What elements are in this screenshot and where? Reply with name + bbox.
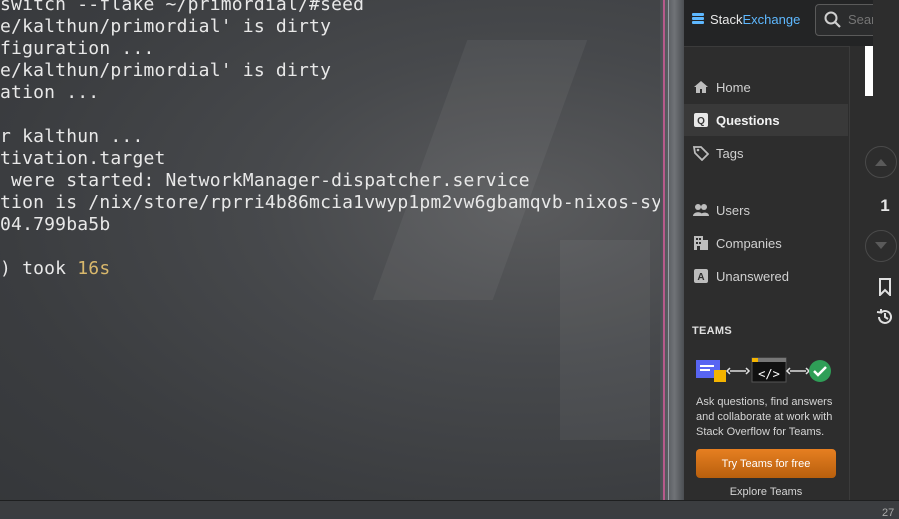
content-gutter: [849, 46, 874, 500]
questions-icon: Q: [693, 112, 709, 128]
terminal-line: tivation.target: [0, 148, 166, 169]
terminal-line: tion is /nix/store/rprri4b86mcia1vwyp1pm…: [0, 192, 660, 213]
nav-item-label: Users: [716, 202, 750, 218]
triangle-down-icon: [875, 242, 887, 249]
nav-item-questions[interactable]: Q Questions: [684, 104, 848, 136]
unanswered-icon: A: [693, 268, 709, 284]
stackexchange-icon: [692, 12, 704, 27]
nav-item-label: Tags: [716, 145, 744, 161]
search-icon: [824, 11, 842, 33]
terminal-line: were started: NetworkManager-dispatcher.…: [0, 170, 530, 191]
triangle-up-icon: [875, 159, 887, 166]
nav-item-unanswered[interactable]: A Unanswered: [684, 260, 848, 292]
duration-value: 16s: [77, 258, 111, 279]
offscreen-text: 27: [882, 507, 895, 519]
stackexchange-logo[interactable]: StackExchange: [692, 12, 800, 27]
svg-text:A: A: [697, 272, 704, 283]
took-text: ) took: [0, 258, 78, 279]
try-teams-button[interactable]: Try Teams for free: [696, 449, 836, 478]
downvote-button[interactable]: [865, 230, 897, 262]
building-icon: [693, 235, 709, 251]
svg-text:Q: Q: [697, 116, 705, 127]
stackexchange-sidebar: StackExchange Home Q Questions Tags User…: [684, 0, 873, 500]
terminal-line: r kalthun ...: [0, 126, 144, 147]
vote-count: 1: [880, 196, 890, 215]
terminal-window[interactable]: switch --flake ~/primordial/#seed e/kalt…: [0, 0, 660, 514]
explore-teams-link[interactable]: Explore Teams: [684, 486, 848, 498]
terminal-line: figuration ...: [0, 38, 155, 59]
history-icon[interactable]: [876, 308, 894, 330]
window-seam: [660, 0, 684, 514]
terminal-prompt-line: ) took 16s: [0, 258, 110, 279]
terminal-line: 04.799ba5b: [0, 214, 111, 235]
teams-heading: TEAMS: [692, 325, 732, 337]
background-texture: [560, 240, 650, 440]
tag-icon: [693, 145, 709, 161]
nav-item-label: Questions: [716, 112, 780, 128]
nav-item-label: Companies: [716, 235, 782, 251]
nav-item-label: Home: [716, 79, 751, 95]
svg-text:</>: </>: [758, 367, 780, 381]
upvote-button[interactable]: [865, 146, 897, 178]
bottom-bar: 27: [0, 500, 899, 519]
check-icon: [809, 360, 831, 382]
users-icon: [693, 202, 709, 218]
bookmark-icon[interactable]: [877, 278, 893, 300]
nav-item-users[interactable]: Users: [684, 194, 848, 226]
content-panel: [865, 46, 873, 96]
nav-item-home[interactable]: Home: [684, 71, 848, 103]
divider-line: [668, 0, 669, 514]
teams-illustration: </>: [696, 357, 831, 383]
terminal-line: e/kalthun/primordial' is dirty: [0, 60, 332, 81]
nav-item-tags[interactable]: Tags: [684, 137, 848, 169]
divider-line: [663, 0, 665, 514]
logo-suffix: Exchange: [742, 12, 801, 27]
home-icon: [693, 79, 709, 95]
nav-item-label: Unanswered: [716, 268, 789, 284]
nav-item-companies[interactable]: Companies: [684, 227, 848, 259]
vote-column: 1: [865, 0, 899, 514]
terminal-line: switch --flake ~/primordial/#seed: [0, 0, 365, 15]
terminal-line: e/kalthun/primordial' is dirty: [0, 16, 332, 37]
teams-description: Ask questions, find answers and collabor…: [696, 396, 833, 438]
terminal-line: ation ...: [0, 82, 100, 103]
logo-prefix: Stack: [710, 12, 743, 27]
